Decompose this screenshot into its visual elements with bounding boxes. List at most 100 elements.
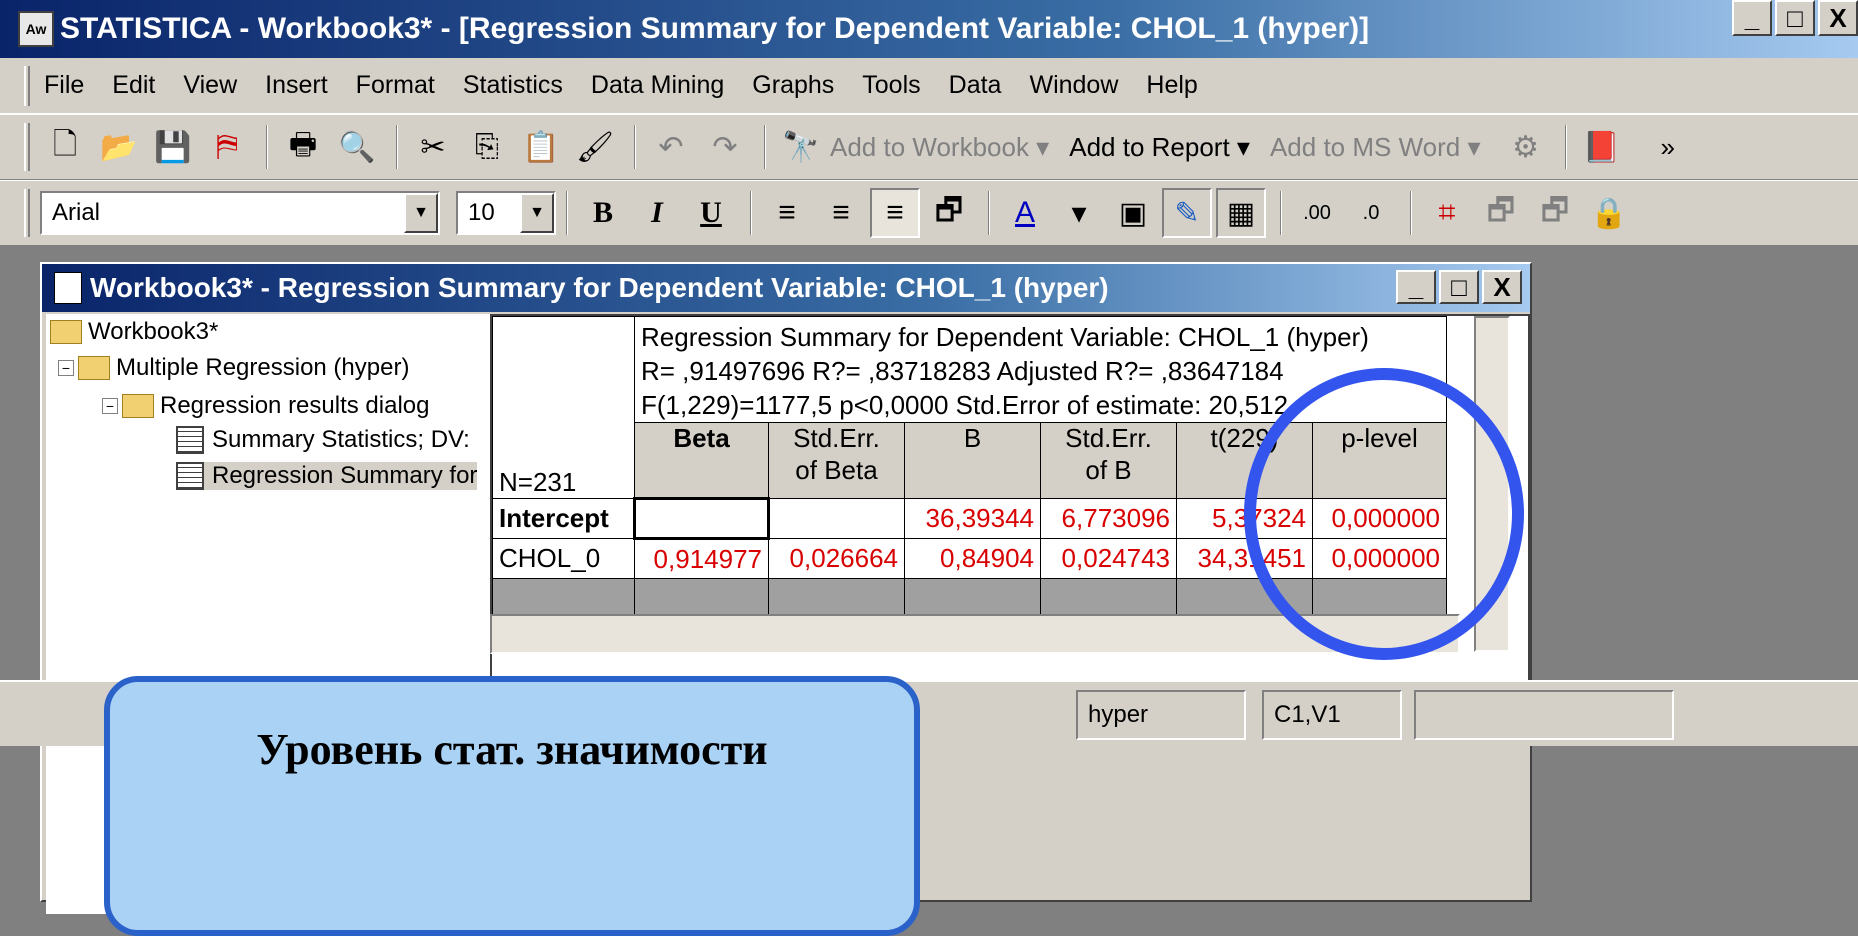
- workbook-maximize-button[interactable]: □: [1439, 270, 1479, 304]
- toolbar-grip[interactable]: [24, 189, 30, 237]
- toolbar-overflow-button[interactable]: »: [1661, 132, 1675, 163]
- column-header-std-err-beta[interactable]: Std.Err. of Beta: [768, 422, 905, 500]
- font-select[interactable]: Arial ▼: [40, 191, 440, 235]
- tree-item-regression-summary[interactable]: Regression Summary for: [176, 462, 478, 490]
- cell-intercept-std-err-beta[interactable]: [768, 498, 905, 540]
- formatting-toolbar: Arial ▼ 10 ▼ B I U ≡ ≡ ≡ 🗗 A ▾ ▣ ✎ ▦ .00…: [0, 180, 1858, 246]
- new-file-icon[interactable]: 🗋: [40, 122, 90, 172]
- italic-button[interactable]: I: [632, 188, 682, 238]
- book-icon[interactable]: 📕: [1577, 122, 1627, 172]
- font-size-value: 10: [468, 199, 495, 226]
- add-to-ms-word-button[interactable]: Add to MS Word ▾: [1270, 132, 1481, 163]
- options-icon[interactable]: ⚙: [1501, 122, 1551, 172]
- align-left-icon[interactable]: ≡: [762, 188, 812, 238]
- toolbar-grip[interactable]: [24, 123, 30, 171]
- font-value: Arial: [52, 199, 101, 226]
- bold-button[interactable]: B: [578, 188, 628, 238]
- folder-icon: [122, 394, 154, 418]
- workbook-icon[interactable]: [54, 272, 82, 304]
- row-header-intercept[interactable]: Intercept: [492, 498, 635, 540]
- align-right-icon[interactable]: ≡: [870, 188, 920, 238]
- open-folder-icon[interactable]: 📂: [94, 122, 144, 172]
- status-empty: [1414, 690, 1674, 740]
- decrease-decimal-icon[interactable]: .0: [1346, 188, 1396, 238]
- chevron-down-icon[interactable]: ▼: [520, 193, 554, 233]
- menu-file[interactable]: File: [44, 71, 84, 100]
- cell-chol0-beta[interactable]: 0,914977: [634, 538, 769, 580]
- print-preview-icon[interactable]: 🔍: [332, 122, 382, 172]
- workbook-minimize-button[interactable]: _: [1396, 270, 1436, 304]
- toolbar-separator: [266, 125, 268, 169]
- workbook-close-button[interactable]: X: [1482, 270, 1522, 304]
- toolbar-separator: [396, 125, 398, 169]
- header-line-1: Regression Summary for Dependent Variabl…: [641, 322, 1369, 352]
- minimize-button[interactable]: _: [1732, 0, 1772, 36]
- find-binoculars-icon[interactable]: 🔭: [776, 122, 826, 172]
- maximize-button[interactable]: □: [1775, 0, 1815, 36]
- highlight-circle: [1244, 368, 1524, 660]
- open-icon[interactable]: 🗗: [1476, 188, 1526, 238]
- menu-tools[interactable]: Tools: [862, 71, 920, 100]
- menu-graphs[interactable]: Graphs: [752, 71, 834, 100]
- annotation-callout: Уровень стат. значимости: [104, 676, 920, 936]
- tree-item-summary-statistics[interactable]: Summary Statistics; DV:: [176, 426, 470, 454]
- font-color-icon[interactable]: A: [1000, 188, 1050, 238]
- borders-icon[interactable]: ▣: [1108, 188, 1158, 238]
- paste-icon[interactable]: 📋: [516, 122, 566, 172]
- cell-intercept-std-err-b[interactable]: 6,773096: [1040, 498, 1177, 540]
- increase-decimal-icon[interactable]: .00: [1292, 188, 1342, 238]
- fill-color-icon[interactable]: ▾: [1054, 188, 1104, 238]
- save-icon[interactable]: 💾: [148, 122, 198, 172]
- tree-item-multiple-regression[interactable]: − Multiple Regression (hyper): [58, 354, 409, 382]
- collapse-icon[interactable]: −: [102, 398, 118, 414]
- toolbar-separator: [1564, 125, 1567, 169]
- grid-icon[interactable]: ▦: [1216, 188, 1266, 238]
- lock-icon[interactable]: 🔒: [1584, 188, 1634, 238]
- statistica-icon[interactable]: Aw: [18, 11, 54, 47]
- cell-intercept-beta[interactable]: [633, 497, 770, 541]
- add-to-workbook-button[interactable]: Add to Workbook ▾: [830, 132, 1049, 163]
- cell-chol0-b[interactable]: 0,84904: [904, 538, 1041, 580]
- column-header-b[interactable]: B: [904, 422, 1041, 500]
- export-icon[interactable]: 🗗: [1530, 188, 1580, 238]
- cell-properties-icon[interactable]: 🗗: [924, 188, 974, 238]
- column-header-std-err-b[interactable]: Std.Err. of B: [1040, 422, 1177, 500]
- folder-icon: [50, 320, 82, 344]
- cell-intercept-b[interactable]: 36,39344: [904, 498, 1041, 540]
- menu-help[interactable]: Help: [1146, 71, 1197, 100]
- marker-icon[interactable]: ✎: [1162, 188, 1212, 238]
- tree-item-regression-results[interactable]: − Regression results dialog: [102, 392, 429, 420]
- toolbar-separator: [634, 125, 636, 169]
- format-painter-icon[interactable]: 🖌: [570, 122, 620, 172]
- collapse-icon[interactable]: −: [58, 360, 74, 376]
- row-header-chol0[interactable]: CHOL_0: [492, 538, 635, 580]
- font-size-select[interactable]: 10 ▼: [456, 191, 556, 235]
- add-to-report-button[interactable]: Add to Report ▾: [1069, 132, 1250, 163]
- column-header-beta[interactable]: Beta: [634, 422, 769, 500]
- copy-icon[interactable]: ⎘: [462, 122, 512, 172]
- tree-item-workbook[interactable]: Workbook3*: [50, 318, 218, 346]
- menu-format[interactable]: Format: [356, 71, 435, 100]
- menu-data-mining[interactable]: Data Mining: [591, 71, 724, 100]
- chevron-down-icon[interactable]: ▼: [404, 193, 438, 233]
- cell-chol0-std-err-b[interactable]: 0,024743: [1040, 538, 1177, 580]
- menu-edit[interactable]: Edit: [112, 71, 155, 100]
- menu-window[interactable]: Window: [1029, 71, 1118, 100]
- print-icon[interactable]: 🖶: [278, 122, 328, 172]
- underline-button[interactable]: U: [686, 188, 736, 238]
- close-button[interactable]: X: [1818, 0, 1858, 36]
- redo-icon[interactable]: ↷: [700, 122, 750, 172]
- menu-view[interactable]: View: [183, 71, 237, 100]
- undo-icon[interactable]: ↶: [646, 122, 696, 172]
- menu-data[interactable]: Data: [949, 71, 1002, 100]
- cell-chol0-std-err-beta[interactable]: 0,026664: [768, 538, 905, 580]
- mark-cells-icon[interactable]: ⌗: [1422, 188, 1472, 238]
- menu-statistics[interactable]: Statistics: [463, 71, 563, 100]
- menu-grip[interactable]: [24, 65, 30, 106]
- cut-icon[interactable]: ✂: [408, 122, 458, 172]
- menu-insert[interactable]: Insert: [265, 71, 328, 100]
- pdf-icon[interactable]: ⛿: [202, 122, 252, 172]
- align-center-icon[interactable]: ≡: [816, 188, 866, 238]
- toolbar-separator: [1410, 191, 1412, 235]
- standard-toolbar: 🗋 📂 💾 ⛿ 🖶 🔍 ✂ ⎘ 📋 🖌 ↶ ↷ 🔭 Add to Workboo…: [0, 114, 1858, 180]
